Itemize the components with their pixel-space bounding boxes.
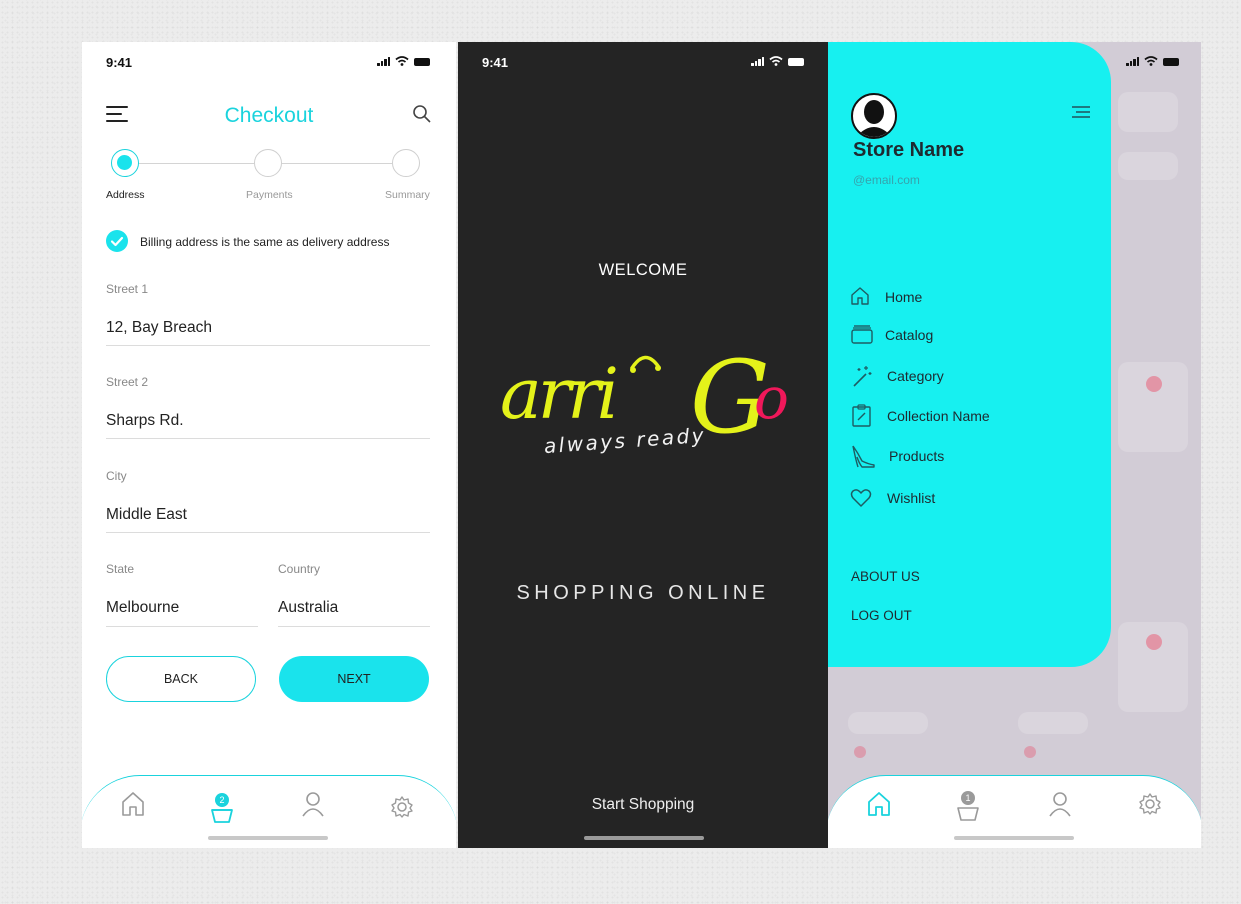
step-label-address: Address xyxy=(106,189,145,201)
blurred-dot xyxy=(1024,746,1036,758)
billing-same-label: Billing address is the same as delivery … xyxy=(140,235,390,249)
magic-wand-icon xyxy=(853,366,872,387)
billing-same-checkbox[interactable] xyxy=(106,230,128,252)
catalog-icon xyxy=(851,325,873,344)
step-summary[interactable] xyxy=(392,149,420,177)
svg-text:o: o xyxy=(754,364,789,432)
field-underline xyxy=(106,345,430,346)
high-heel-icon xyxy=(852,445,875,468)
blurred-header xyxy=(1118,92,1178,132)
home-tab-icon[interactable] xyxy=(866,790,892,818)
field-underline xyxy=(106,438,430,439)
next-button[interactable]: NEXT xyxy=(279,656,429,702)
basket-tab-icon[interactable] xyxy=(956,804,980,822)
street1-field[interactable]: 12, Bay Breach xyxy=(106,319,212,337)
stepper-line xyxy=(282,163,392,164)
blurred-label xyxy=(848,712,928,734)
wifi-icon xyxy=(395,56,409,66)
wifi-icon xyxy=(769,56,783,66)
side-drawer: Store Name @email.com Home Catalog Categ… xyxy=(828,42,1111,667)
signal-icon xyxy=(377,57,390,66)
stepper-line xyxy=(138,163,254,164)
profile-tab-icon[interactable] xyxy=(1048,790,1072,818)
drawer-screen: 1 Store Name @email.com Home Catalog Cat… xyxy=(828,42,1201,848)
signal-icon xyxy=(751,57,764,66)
step-address[interactable] xyxy=(111,149,139,177)
city-field[interactable]: Middle East xyxy=(106,506,187,524)
clipboard-icon xyxy=(852,404,871,427)
avatar[interactable] xyxy=(851,93,897,139)
country-label: Country xyxy=(278,562,321,576)
blurred-content xyxy=(1118,152,1178,180)
blurred-dot xyxy=(854,746,866,758)
settings-tab-icon[interactable] xyxy=(390,795,414,819)
blurred-dot xyxy=(1146,634,1162,650)
log-out-link[interactable]: LOG OUT xyxy=(851,608,912,623)
step-label-summary: Summary xyxy=(385,189,430,201)
page-title: Checkout xyxy=(224,104,314,127)
settings-tab-icon[interactable] xyxy=(1138,792,1162,816)
home-indicator xyxy=(584,836,704,840)
shopping-online-tagline: SHOPPING ONLINE xyxy=(516,582,770,604)
store-email: @email.com xyxy=(853,173,920,187)
state-label: State xyxy=(106,562,135,576)
battery-icon xyxy=(788,58,804,66)
street1-label: Street 1 xyxy=(106,282,149,296)
back-button[interactable]: BACK xyxy=(106,656,256,702)
field-underline xyxy=(278,626,430,627)
drawer-menu-icon[interactable] xyxy=(1070,106,1090,120)
checkmark-icon xyxy=(110,236,124,247)
about-us-link[interactable]: ABOUT US xyxy=(851,569,920,584)
start-shopping-button[interactable]: Start Shopping xyxy=(458,796,828,814)
store-name: Store Name xyxy=(853,139,965,161)
home-indicator xyxy=(954,836,1074,840)
state-field[interactable]: Melbourne xyxy=(106,599,179,617)
heart-icon xyxy=(850,489,872,507)
blurred-dot xyxy=(1146,376,1162,392)
city-label: City xyxy=(106,469,127,483)
profile-tab-icon[interactable] xyxy=(301,790,325,818)
battery-icon xyxy=(1163,58,1179,66)
menu-item-home[interactable]: Home xyxy=(885,289,922,305)
splash-screen: 9:41 WELCOME arri G o always ready SHOPP… xyxy=(458,42,828,848)
menu-item-products[interactable]: Products xyxy=(889,448,944,464)
status-icons xyxy=(751,56,804,66)
arrigo-logo: arri G o always ready xyxy=(500,340,789,458)
step-payments[interactable] xyxy=(254,149,282,177)
user-silhouette-icon xyxy=(856,100,892,137)
home-icon xyxy=(851,287,869,305)
country-field[interactable]: Australia xyxy=(278,599,338,617)
battery-icon xyxy=(414,58,430,66)
blurred-label xyxy=(1018,712,1088,734)
status-icons xyxy=(377,56,430,66)
street2-field[interactable]: Sharps Rd. xyxy=(106,412,184,430)
menu-item-catalog[interactable]: Catalog xyxy=(885,327,933,343)
svg-text:arri: arri xyxy=(500,353,616,435)
field-underline xyxy=(106,532,430,533)
menu-item-category[interactable]: Category xyxy=(887,368,944,384)
search-icon[interactable] xyxy=(412,104,432,124)
cart-badge: 1 xyxy=(961,791,975,805)
welcome-heading: WELCOME xyxy=(598,261,688,279)
step-label-payments: Payments xyxy=(246,189,293,201)
checkout-screen: 9:41 Checkout Address Payments Summary B… xyxy=(82,42,456,848)
status-icons xyxy=(1126,56,1179,66)
home-tab-icon[interactable] xyxy=(120,790,146,818)
menu-item-collection-name[interactable]: Collection Name xyxy=(887,408,990,424)
basket-tab-icon[interactable] xyxy=(210,806,234,824)
street2-label: Street 2 xyxy=(106,375,149,389)
status-time: 9:41 xyxy=(482,55,509,70)
cart-badge: 2 xyxy=(215,793,229,807)
field-underline xyxy=(106,626,258,627)
menu-item-wishlist[interactable]: Wishlist xyxy=(887,490,935,506)
home-indicator xyxy=(208,836,328,840)
signal-icon xyxy=(1126,57,1139,66)
wifi-icon xyxy=(1144,56,1158,66)
status-time: 9:41 xyxy=(106,55,133,70)
